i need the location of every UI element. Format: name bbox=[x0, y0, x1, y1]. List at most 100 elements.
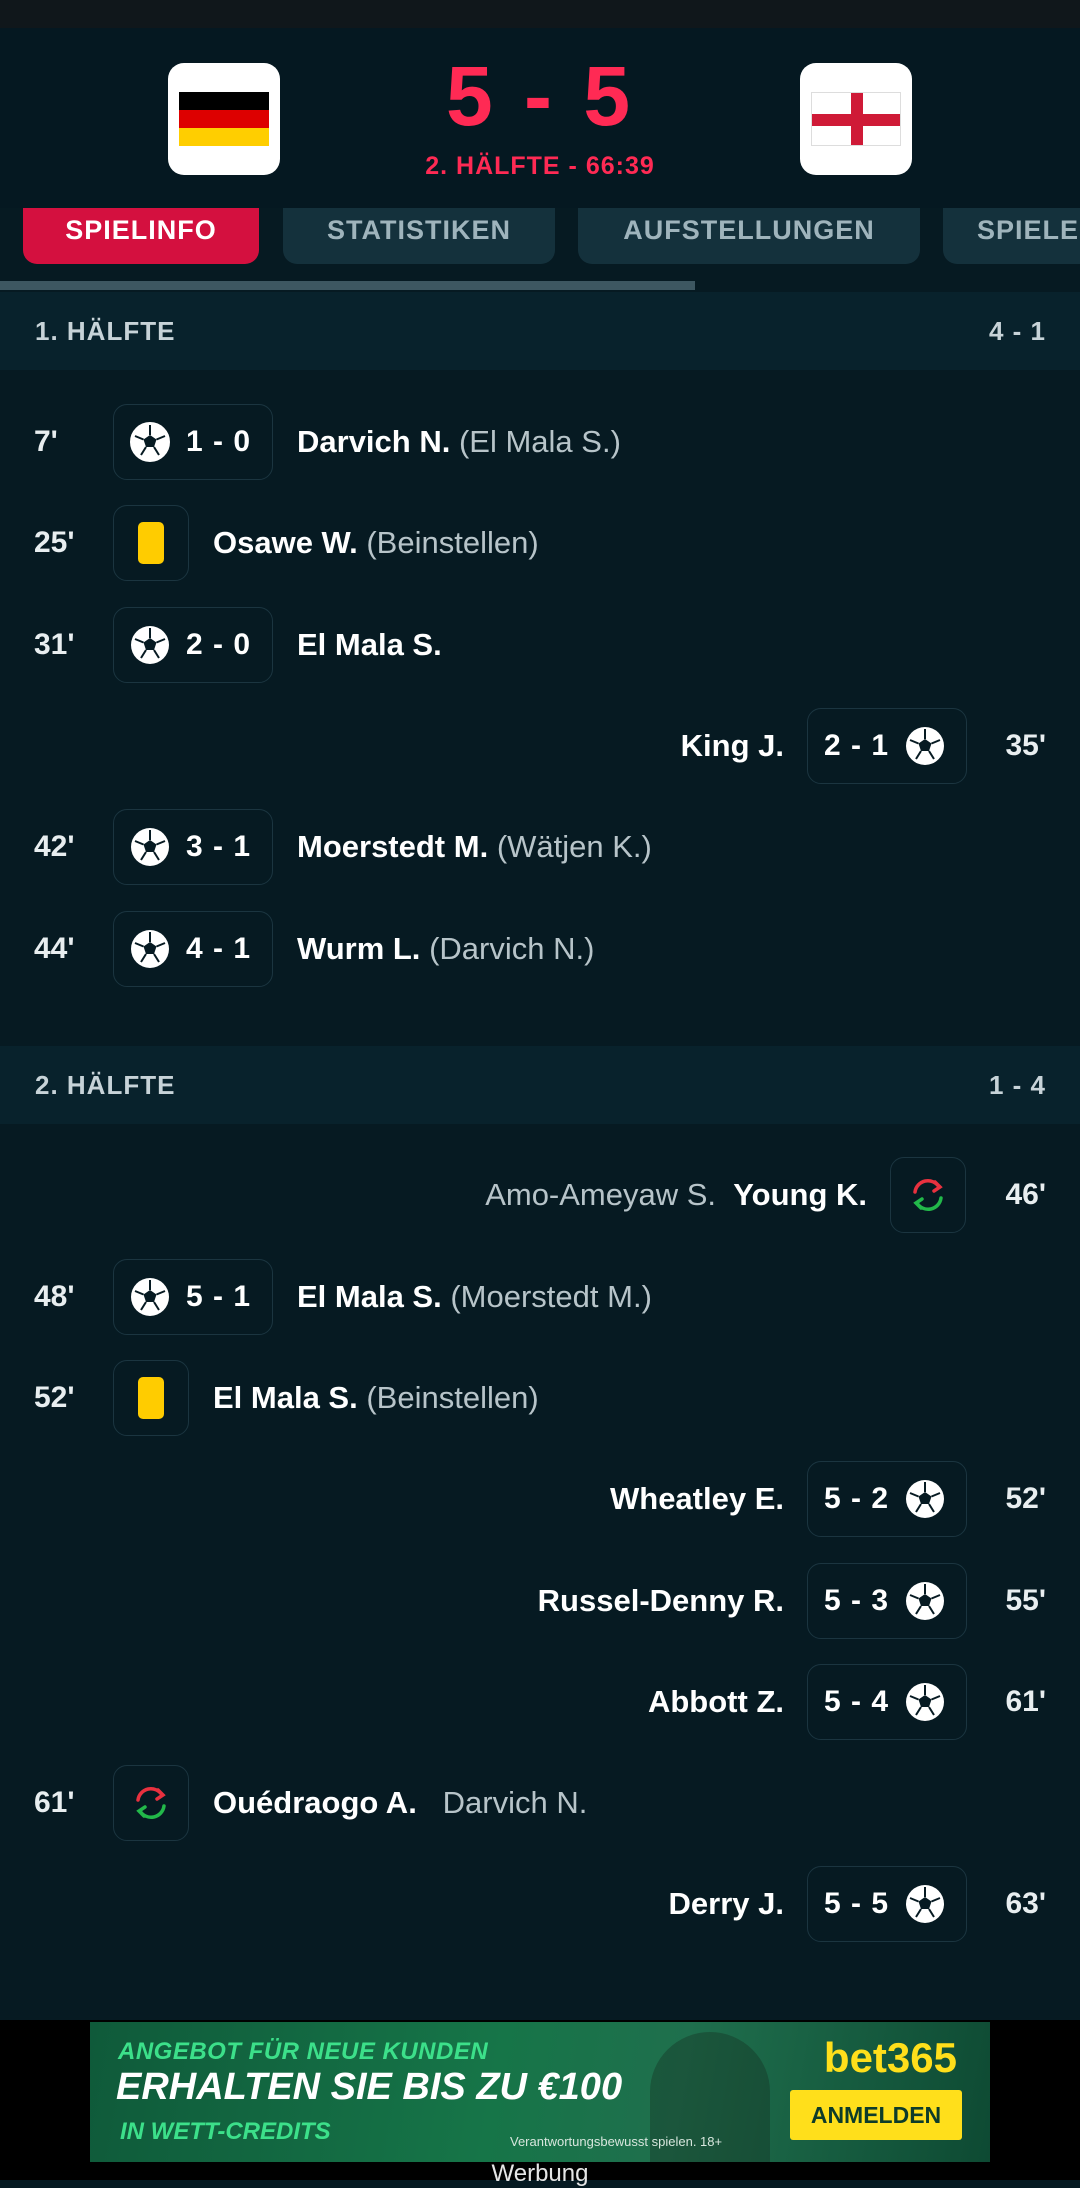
event-row[interactable]: King J. 2 - 1 35' bbox=[0, 708, 1080, 784]
event-player: Moerstedt M. bbox=[297, 829, 489, 864]
event-player-line: Moerstedt M. (Wätjen K.) bbox=[297, 809, 652, 885]
event-player: El Mala S. bbox=[297, 1279, 442, 1314]
event-minute: 52' bbox=[34, 1381, 75, 1414]
home-team-badge[interactable] bbox=[168, 63, 280, 175]
event-row[interactable]: Wheatley E. 5 - 2 52' bbox=[0, 1461, 1080, 1537]
tab-spiele[interactable]: SPIELE bbox=[943, 208, 1080, 264]
goal-score: 5 - 1 bbox=[186, 1280, 252, 1313]
event-player-line: Derry J. bbox=[669, 1866, 784, 1942]
soccer-ball-icon bbox=[906, 1480, 945, 1518]
goal-badge: 1 - 0 bbox=[113, 404, 273, 480]
ad-subline: IN WETT-CREDITS bbox=[120, 2118, 331, 2145]
substitution-player-in: Young K. bbox=[733, 1177, 867, 1212]
flag-england-icon bbox=[811, 92, 901, 146]
section-title: 1. HÄLFTE bbox=[35, 315, 176, 346]
goal-score: 5 - 4 bbox=[824, 1685, 890, 1718]
event-player-line: King J. bbox=[681, 708, 784, 784]
event-assist: (El Mala S.) bbox=[458, 424, 621, 459]
soccer-ball-icon bbox=[131, 626, 169, 664]
goal-badge: 2 - 0 bbox=[113, 607, 273, 683]
away-team-badge[interactable] bbox=[800, 63, 912, 175]
card-badge bbox=[113, 1360, 189, 1436]
substitution-icon bbox=[136, 1787, 166, 1819]
substitution-badge bbox=[890, 1157, 966, 1233]
event-row[interactable]: 61' Ouédraogo A. Darvich N. bbox=[0, 1765, 1080, 1841]
goal-score: 1 - 0 bbox=[186, 425, 252, 458]
event-player-line: Amo-Ameyaw S. Young K. bbox=[485, 1157, 867, 1233]
goal-score: 3 - 1 bbox=[186, 830, 252, 863]
event-player: Wurm L. bbox=[297, 931, 421, 966]
tab-statistiken[interactable]: STATISTIKEN bbox=[283, 208, 555, 264]
event-player-line: El Mala S. bbox=[297, 607, 442, 683]
ad-disclaimer: Verantwortungsbewusst spielen. 18+ bbox=[510, 2134, 723, 2149]
event-player-line: Darvich N. (El Mala S.) bbox=[297, 404, 621, 480]
event-row[interactable]: Amo-Ameyaw S. Young K. 46' bbox=[0, 1157, 1080, 1233]
tab-bar: SPIELINFO STATISTIKEN AUFSTELLUNGEN SPIE… bbox=[0, 208, 1080, 288]
event-minute: 48' bbox=[34, 1280, 75, 1313]
tab-spielinfo[interactable]: SPIELINFO bbox=[23, 208, 259, 264]
event-row[interactable]: 52' El Mala S. (Beinstellen) bbox=[0, 1360, 1080, 1436]
event-minute: 31' bbox=[34, 628, 75, 661]
goal-badge: 5 - 5 bbox=[807, 1866, 967, 1942]
goal-score: 5 - 3 bbox=[824, 1584, 890, 1617]
ad-brand-logo: bet365 bbox=[823, 2034, 957, 2081]
event-row[interactable]: 44' 4 - 1 Wurm L. (Darvich N.) bbox=[0, 911, 1080, 987]
ad-signup-button[interactable]: ANMELDEN bbox=[790, 2090, 962, 2140]
card-badge bbox=[113, 505, 189, 581]
event-player-line: Wurm L. (Darvich N.) bbox=[297, 911, 594, 987]
goal-badge: 3 - 1 bbox=[113, 809, 273, 885]
event-row[interactable]: Russel-Denny R. 5 - 3 55' bbox=[0, 1563, 1080, 1639]
goal-badge: 5 - 1 bbox=[113, 1259, 273, 1335]
event-minute: 46' bbox=[1005, 1178, 1046, 1211]
soccer-ball-icon bbox=[906, 727, 945, 765]
ad-banner[interactable]: ANGEBOT FÜR NEUE KUNDEN ERHALTEN SIE BIS… bbox=[90, 2022, 990, 2162]
event-player-line: Osawe W. (Beinstellen) bbox=[213, 505, 539, 581]
event-player: Russel-Denny R. bbox=[537, 1583, 784, 1618]
event-row[interactable]: 48' 5 - 1 El Mala S. (Moerstedt M.) bbox=[0, 1259, 1080, 1335]
event-minute: 35' bbox=[1005, 729, 1046, 762]
substitution-icon bbox=[913, 1179, 943, 1211]
soccer-ball-icon bbox=[131, 930, 169, 968]
goal-badge: 2 - 1 bbox=[807, 708, 967, 784]
event-row[interactable]: Abbott Z. 5 - 4 61' bbox=[0, 1664, 1080, 1740]
match-period: 2. HÄLFTE - 66:39 bbox=[425, 152, 655, 180]
event-minute: 55' bbox=[1005, 1584, 1046, 1617]
event-player-line: Abbott Z. bbox=[648, 1664, 784, 1740]
event-minute: 44' bbox=[34, 932, 75, 965]
event-row[interactable]: Derry J. 5 - 5 63' bbox=[0, 1866, 1080, 1942]
event-assist: (Moerstedt M.) bbox=[450, 1279, 652, 1314]
ad-label: Werbung bbox=[491, 2160, 589, 2187]
ad-headline: ERHALTEN SIE BIS ZU €100 bbox=[116, 2066, 623, 2108]
goal-badge: 4 - 1 bbox=[113, 911, 273, 987]
section-title: 2. HÄLFTE bbox=[35, 1069, 176, 1100]
event-player: King J. bbox=[680, 728, 784, 763]
tab-scroll-indicator bbox=[0, 281, 695, 290]
goal-score: 4 - 1 bbox=[186, 932, 252, 965]
goal-score: 2 - 0 bbox=[186, 628, 252, 661]
event-assist: (Wätjen K.) bbox=[496, 829, 652, 864]
goal-badge: 5 - 4 bbox=[807, 1664, 967, 1740]
substitution-badge bbox=[113, 1765, 189, 1841]
event-player: Abbott Z. bbox=[647, 1684, 784, 1719]
event-reason: (Beinstellen) bbox=[366, 525, 539, 560]
section-score: 1 - 4 bbox=[988, 1069, 1046, 1100]
event-minute: 63' bbox=[1005, 1887, 1046, 1920]
soccer-ball-icon bbox=[906, 1885, 945, 1923]
yellow-card-icon bbox=[138, 1377, 164, 1419]
event-row[interactable]: 25' Osawe W. (Beinstellen) bbox=[0, 505, 1080, 581]
tab-aufstellungen[interactable]: AUFSTELLUNGEN bbox=[578, 208, 920, 264]
soccer-ball-icon bbox=[131, 828, 169, 866]
event-row[interactable]: 31' 2 - 0 El Mala S. bbox=[0, 607, 1080, 683]
event-row[interactable]: 7' 1 - 0 Darvich N. (El Mala S.) bbox=[0, 404, 1080, 480]
event-player-line: Wheatley E. bbox=[610, 1461, 784, 1537]
event-row[interactable]: 42' 3 - 1 Moerstedt M. (Wätjen K.) bbox=[0, 809, 1080, 885]
goal-score: 5 - 5 bbox=[824, 1887, 890, 1920]
event-minute: 25' bbox=[34, 526, 75, 559]
status-bar-strip bbox=[0, 0, 1080, 28]
soccer-ball-icon bbox=[130, 422, 170, 462]
goal-badge: 5 - 2 bbox=[807, 1461, 967, 1537]
event-player: Darvich N. bbox=[297, 424, 451, 459]
ad-offer-line: ANGEBOT FÜR NEUE KUNDEN bbox=[118, 2038, 489, 2065]
soccer-ball-icon bbox=[906, 1582, 945, 1620]
event-minute: 7' bbox=[34, 425, 58, 458]
